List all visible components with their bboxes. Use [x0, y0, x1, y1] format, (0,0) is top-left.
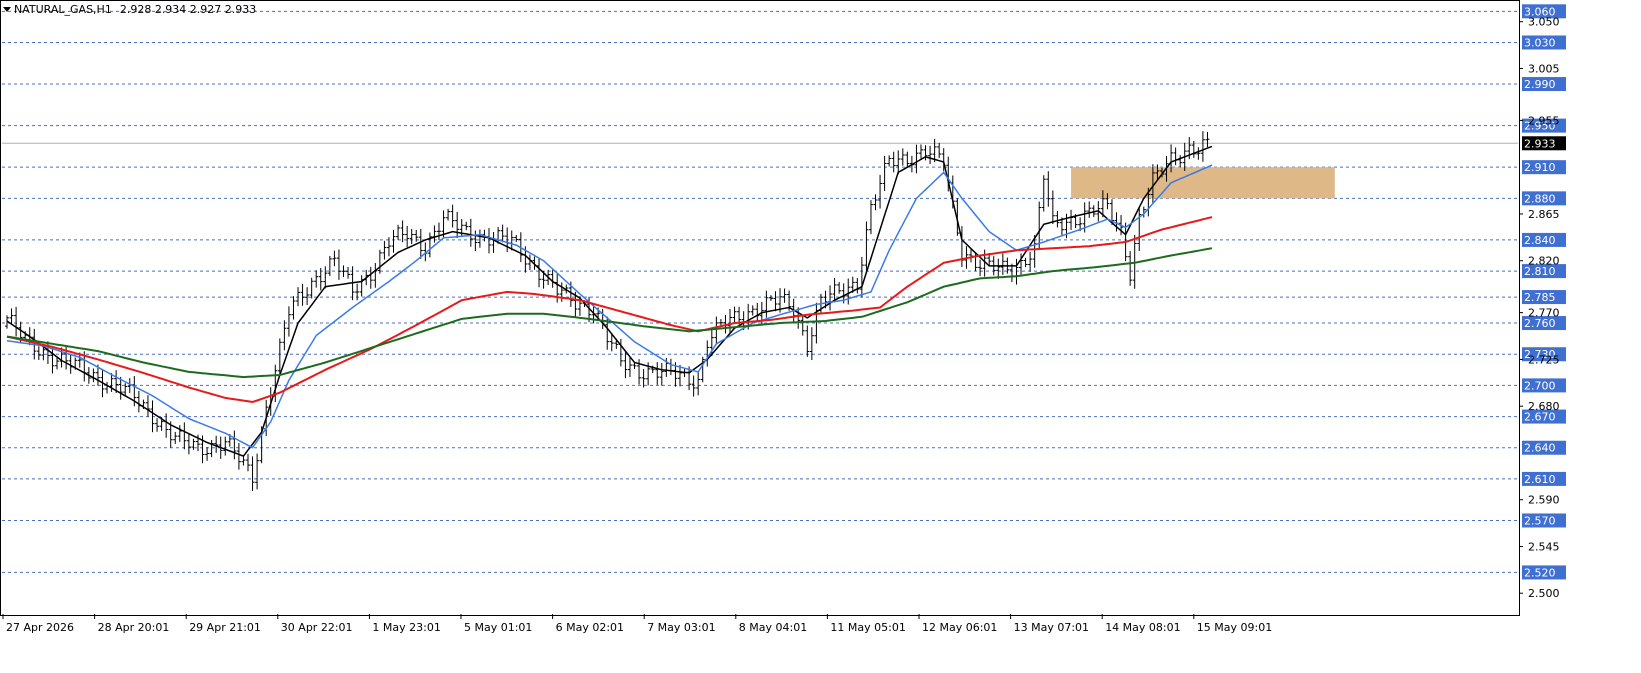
x-tick-label: 6 May 02:01 [556, 621, 624, 634]
level-label: 2.570 [1524, 514, 1556, 527]
level-label: 2.520 [1524, 566, 1556, 579]
level-label: 2.700 [1524, 379, 1556, 392]
y-tick-label: 2.680 [1528, 400, 1560, 413]
x-tick-label: 30 Apr 22:01 [281, 621, 353, 634]
level-label: 2.910 [1524, 161, 1556, 174]
y-tick-label: 2.590 [1528, 494, 1560, 507]
level-label: 2.840 [1524, 234, 1556, 247]
y-tick-label: 3.050 [1528, 16, 1560, 29]
ohlc-values: 2.928 2.934 2.927 2.933 [119, 3, 257, 16]
y-tick-label: 2.820 [1528, 255, 1560, 268]
level-label: 3.030 [1524, 36, 1556, 49]
x-tick-label: 8 May 04:01 [739, 621, 807, 634]
level-label: 2.640 [1524, 442, 1556, 455]
level-label: 2.785 [1524, 291, 1556, 304]
x-tick-label: 1 May 23:01 [372, 621, 440, 634]
x-tick-label: 5 May 01:01 [464, 621, 532, 634]
x-tick-label: 11 May 05:01 [830, 621, 905, 634]
x-tick-label: 7 May 03:01 [647, 621, 715, 634]
chart: 3.060 3.030 2.990 2.950 2.910 2.880 2.840 2.810… [0, 0, 1641, 669]
y-tick-label: 2.955 [1528, 114, 1560, 127]
level-label: 2.610 [1524, 473, 1556, 486]
zone-layer [1071, 167, 1335, 199]
y-tick-label: 2.770 [1528, 307, 1560, 320]
collapse-triangle-icon[interactable] [3, 7, 11, 12]
x-tick-label: 15 May 09:01 [1197, 621, 1272, 634]
y-tick-label: 2.500 [1528, 587, 1560, 600]
chart-header: NATURAL_GAS,H1 2.928 2.934 2.927 2.933 [3, 3, 256, 16]
x-tick-label: 27 Apr 2026 [6, 621, 74, 634]
x-tick-label: 13 May 07:01 [1014, 621, 1089, 634]
level-label: 2.990 [1524, 78, 1556, 91]
current-price-label: 2.933 [1524, 137, 1556, 150]
price-zone [1071, 167, 1335, 199]
chart-canvas: 3.0603.0302.9902.9502.9102.8802.8402.810… [0, 0, 1641, 669]
x-tick-label: 14 May 08:01 [1105, 621, 1180, 634]
x-tick-label: 28 Apr 20:01 [98, 621, 170, 634]
y-tick-label: 2.865 [1528, 208, 1560, 221]
y-tick-label: 2.725 [1528, 353, 1560, 366]
x-tick-label: 12 May 06:01 [922, 621, 997, 634]
symbol-label: NATURAL_GAS,H1 [14, 3, 112, 16]
level-label: 2.880 [1524, 192, 1556, 205]
chart-background [0, 0, 1641, 669]
x-tick-label: 29 Apr 21:01 [189, 621, 261, 634]
y-tick-label: 3.005 [1528, 62, 1560, 75]
y-tick-label: 2.545 [1528, 540, 1560, 553]
